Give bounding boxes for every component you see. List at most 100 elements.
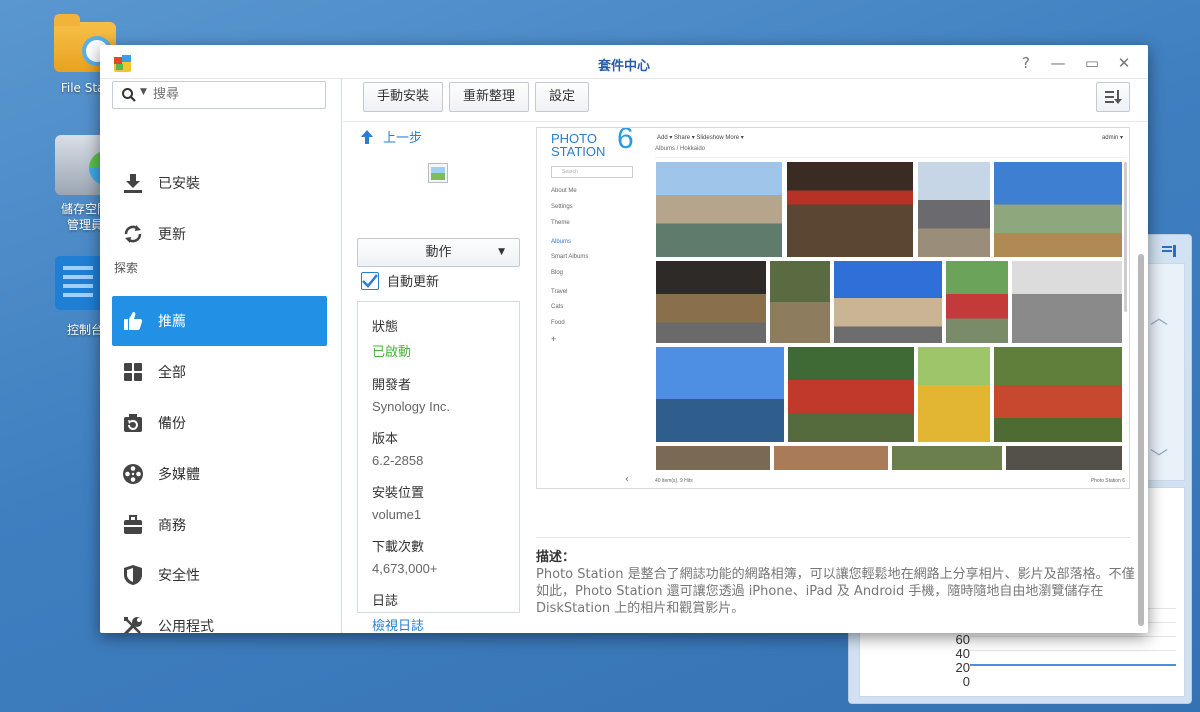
search-box[interactable]: ▼ — [112, 81, 326, 109]
film-reel-icon — [120, 461, 146, 487]
info-key-status: 狀態 — [372, 320, 399, 335]
package-description: 描述： Photo Station 是整合了網誌功能的網路相簿，可以讓您輕鬆地在… — [536, 549, 1136, 617]
photo-thumbnail — [787, 162, 913, 257]
photo-thumbnail — [918, 162, 990, 257]
view-log-link[interactable]: 檢視日誌 — [372, 615, 505, 633]
action-button[interactable]: 動作 ▼ — [357, 238, 520, 267]
minimize-button[interactable]: — — [1048, 53, 1068, 73]
info-value-location: volume1 — [372, 507, 422, 522]
info-key-version: 版本 — [372, 432, 399, 447]
screenshot-footer: 40 item(s), 9 Hits — [655, 478, 693, 484]
settings-button[interactable]: 設定 — [535, 82, 589, 112]
screenshot-footer-brand: Photo Station 6 — [1090, 478, 1125, 484]
sidebar-item-multimedia[interactable]: 多媒體 — [112, 449, 327, 499]
screenshot-scrollbar — [1124, 162, 1127, 312]
sidebar-item-installed[interactable]: 已安裝 — [112, 158, 327, 208]
back-link[interactable]: 上一步 — [361, 127, 422, 146]
info-value-version: 6.2-2858 — [372, 453, 424, 468]
package-center-window: 套件中心 ? — ▭ ✕ ▼ 已安裝 更新 探索 — [100, 45, 1148, 633]
screenshot-user: admin ▾ — [1101, 135, 1123, 141]
photo-thumbnail — [774, 446, 888, 470]
screenshot-top-menu: Add ▾ Share ▾ Slideshow More ▾ — [657, 135, 744, 141]
package-image-icon — [428, 163, 448, 183]
search-icon — [121, 87, 137, 103]
package-screenshot[interactable]: PHOTO STATION 6 Add ▾ Share ▾ Slideshow … — [536, 127, 1130, 489]
sidebar-item-label: 安全性 — [158, 568, 200, 584]
photo-thumbnail — [946, 261, 1008, 343]
chevron-down-icon[interactable]: ﹀ — [1150, 444, 1168, 470]
photo-thumbnail — [656, 162, 782, 257]
sidebar-item-security[interactable]: 安全性 — [112, 550, 327, 600]
sidebar-item-label: 更新 — [158, 227, 186, 243]
auto-update-toggle[interactable]: 自動更新 — [361, 271, 439, 290]
package-info-box: 狀態 已啟動 開發者 Synology Inc. 版本 6.2-2858 安裝位… — [357, 301, 520, 633]
auto-update-label: 自動更新 — [387, 275, 440, 290]
grid-icon — [120, 359, 146, 385]
sidebar-item-label: 備份 — [158, 416, 186, 432]
chevron-left-icon: ‹ — [625, 474, 629, 485]
sort-button[interactable] — [1096, 82, 1130, 112]
briefcase-icon — [120, 512, 146, 538]
auto-update-checkbox[interactable] — [361, 271, 379, 290]
sidebar-item-label: 全部 — [158, 365, 186, 381]
sidebar-item-label: 公用程式 — [158, 619, 214, 633]
screenshot-search: Search — [551, 166, 633, 178]
info-key-location: 安裝位置 — [372, 486, 425, 501]
screenshot-nav-item: About Me — [551, 188, 577, 194]
close-button[interactable]: ✕ — [1114, 53, 1134, 73]
refresh-icon — [120, 221, 146, 247]
sidebar: ▼ 已安裝 更新 探索 推薦 全部 — [100, 79, 342, 633]
caret-down-icon: ▼ — [140, 87, 147, 97]
backup-icon — [120, 410, 146, 436]
photo-thumbnail — [788, 347, 914, 442]
window-title: 套件中心 — [597, 59, 650, 74]
widget-settings-icon[interactable] — [1161, 243, 1177, 257]
sort-icon — [1105, 90, 1122, 104]
maximize-button[interactable]: ▭ — [1082, 53, 1102, 73]
content-scrollbar[interactable] — [1138, 254, 1144, 626]
photo-thumbnail — [656, 347, 784, 442]
chart-y-tick: 20 — [955, 660, 970, 675]
window-titlebar[interactable]: 套件中心 ? — ▭ ✕ — [100, 45, 1148, 79]
sidebar-item-backup[interactable]: 備份 — [112, 398, 327, 448]
screenshot-breadcrumb: Albums / Hokkaido — [655, 146, 1125, 158]
search-input[interactable] — [153, 87, 313, 102]
screenshot-nav-item: Smart Albums — [551, 254, 589, 260]
info-key-downloads: 下載次數 — [372, 540, 425, 555]
sidebar-item-business[interactable]: 商務 — [112, 500, 327, 550]
info-value-developer: Synology Inc. — [372, 399, 451, 414]
photo-thumbnail — [1012, 261, 1122, 343]
info-value-downloads: 4,673,000+ — [372, 561, 438, 576]
sidebar-item-recommended[interactable]: 推薦 — [112, 296, 327, 346]
main-content: 手動安裝 重新整理 設定 上一步 動作 ▼ 自動更新 狀態 已啟動 開發者 Sy… — [343, 79, 1148, 633]
chart-y-tick: 0 — [962, 674, 970, 689]
photo-thumbnail — [834, 261, 942, 343]
tools-icon — [120, 613, 146, 633]
sidebar-item-label: 多媒體 — [158, 467, 200, 483]
download-icon — [120, 170, 146, 196]
info-key-log: 日誌 — [372, 594, 399, 609]
chevron-up-icon[interactable]: ︿ — [1150, 304, 1168, 330]
sidebar-item-update[interactable]: 更新 — [112, 209, 327, 259]
shield-icon — [120, 562, 146, 588]
back-label: 上一步 — [383, 131, 423, 146]
info-value-status: 已啟動 — [372, 345, 412, 360]
photo-thumbnail — [892, 446, 1002, 470]
sidebar-item-utilities[interactable]: 公用程式 — [112, 601, 327, 633]
arrow-up-icon — [361, 129, 373, 144]
thumbs-up-icon — [120, 308, 146, 334]
action-label: 動作 — [425, 245, 452, 260]
refresh-button[interactable]: 重新整理 — [449, 82, 529, 112]
screenshot-nav-item: Theme — [551, 220, 570, 226]
checkmark-icon — [362, 273, 378, 288]
photo-thumbnail — [1006, 446, 1122, 470]
chart-y-tick: 40 — [955, 646, 970, 661]
photo-station-logo: PHOTO STATION 6 — [551, 127, 634, 159]
screenshot-nav-item: Blog — [551, 270, 564, 276]
photo-grid — [656, 162, 1122, 470]
help-button[interactable]: ? — [1016, 53, 1036, 73]
manual-install-button[interactable]: 手動安裝 — [363, 82, 443, 112]
sidebar-item-all[interactable]: 全部 — [112, 347, 327, 397]
screenshot-nav-item: Cats — [551, 304, 564, 310]
description-body: Photo Station 是整合了網誌功能的網路相簿，可以讓您輕鬆地在網路上分… — [536, 567, 1135, 616]
